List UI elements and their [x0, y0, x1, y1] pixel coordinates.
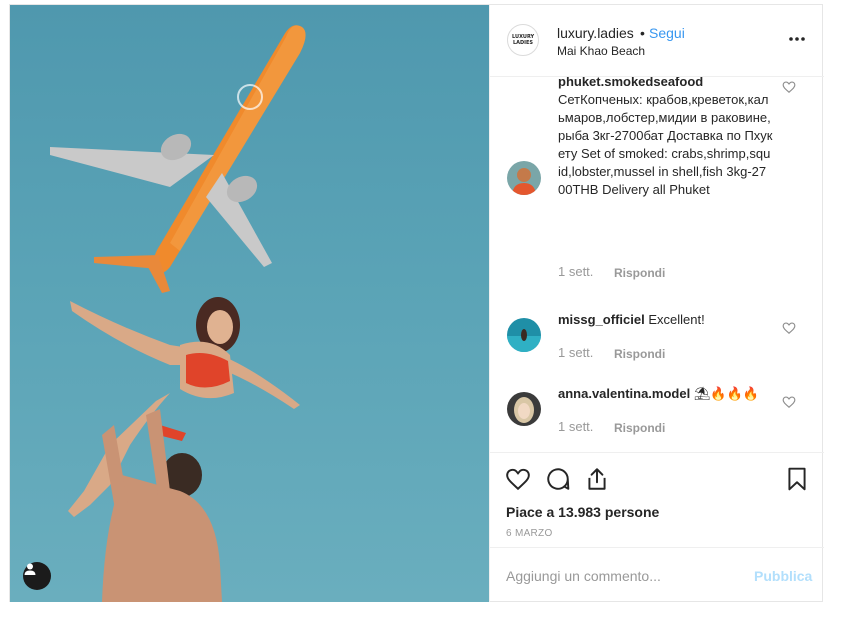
commenter-username[interactable]: missg_officiel [558, 312, 645, 327]
post-date: 6 MARZO [506, 528, 553, 539]
comment-text: anna.valentina.model ⛱🔥🔥🔥 [558, 385, 773, 403]
header-separator: • [640, 25, 645, 41]
post-header: LUXURY LADIES luxury.ladies • Segui Mai … [490, 5, 824, 77]
author-username[interactable]: luxury.ladies [557, 25, 634, 41]
avatar-image [507, 318, 541, 352]
comment-time[interactable]: 1 sett. [558, 345, 593, 360]
avatar-image [507, 161, 541, 195]
comment-body: ⛱🔥🔥🔥 [693, 386, 759, 401]
share-icon[interactable] [584, 466, 610, 492]
likes-count[interactable]: Piace a 13.983 persone [506, 504, 659, 520]
like-comment-heart-icon[interactable] [782, 80, 796, 94]
post-photo[interactable] [10, 5, 489, 602]
reply-button[interactable]: Rispondi [614, 421, 665, 435]
comment-icon[interactable] [545, 466, 571, 492]
comments-list[interactable]: phuket.smokedseafood СетКопченых: крабов… [490, 77, 824, 452]
heart-icon[interactable] [505, 466, 531, 492]
photo-illustration [50, 25, 306, 602]
comment-time[interactable]: 1 sett. [558, 264, 593, 279]
comment-body: Excellent! [648, 312, 705, 327]
commenter-username[interactable]: phuket.smokedseafood [558, 77, 703, 89]
comment-text: phuket.smokedseafood СетКопченых: крабов… [558, 77, 773, 199]
instagram-post: LUXURY LADIES luxury.ladies • Segui Mai … [9, 4, 824, 602]
commenter-avatar[interactable] [507, 318, 541, 352]
post-location[interactable]: Mai Khao Beach [557, 44, 645, 58]
add-comment-bar: Aggiungi un commento... Pubblica [490, 547, 824, 602]
comment-text: missg_officiel Excellent! [558, 311, 773, 329]
avatar-image [507, 392, 541, 426]
comment-time[interactable]: 1 sett. [558, 419, 593, 434]
bookmark-icon[interactable] [784, 466, 810, 492]
commenter-avatar[interactable] [507, 392, 541, 426]
like-comment-heart-icon[interactable] [782, 395, 796, 409]
author-avatar-logo: LUXURY LADIES [512, 34, 535, 46]
commenter-username[interactable]: anna.valentina.model [558, 386, 690, 401]
user-tag-icon [24, 563, 36, 575]
more-dots-icon [789, 37, 805, 41]
publish-button[interactable]: Pubblica [754, 568, 812, 584]
more-options-button[interactable] [788, 29, 806, 52]
follow-button[interactable]: Segui [649, 25, 685, 41]
like-comment-heart-icon[interactable] [782, 321, 796, 335]
reply-button[interactable]: Rispondi [614, 347, 665, 361]
post-side-panel: LUXURY LADIES luxury.ladies • Segui Mai … [489, 5, 824, 602]
author-avatar[interactable]: LUXURY LADIES [507, 24, 539, 56]
reply-button[interactable]: Rispondi [614, 266, 665, 280]
user-tag-button[interactable] [23, 562, 51, 590]
commenter-avatar[interactable] [507, 161, 541, 195]
airplane-illustration [50, 25, 306, 293]
comment-body: СетКопченых: крабов,креветок,кальмаров,л… [558, 92, 773, 197]
comment-input[interactable]: Aggiungi un commento... [506, 568, 726, 584]
